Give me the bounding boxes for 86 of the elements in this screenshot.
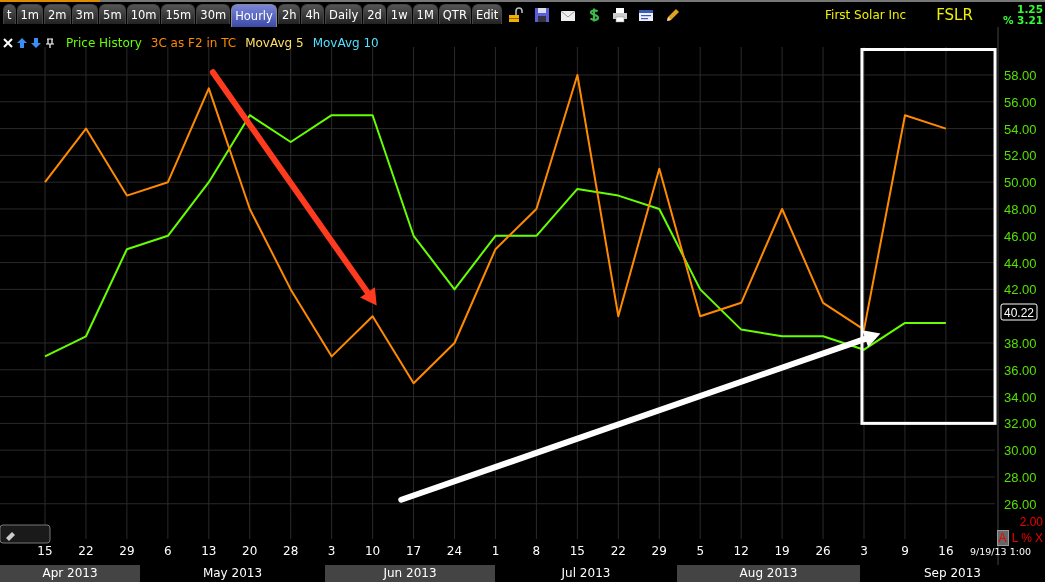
- y-axis-label: 48.00: [1004, 201, 1037, 217]
- month-label: Jun 2013: [325, 565, 495, 582]
- legend-item[interactable]: Price History: [66, 36, 142, 50]
- x-axis-label: 6: [164, 544, 172, 558]
- month-label: Jul 2013: [560, 565, 612, 582]
- y-axis-label: 32.00: [1004, 416, 1037, 432]
- y-axis-label: 34.00: [1004, 389, 1037, 405]
- interval-tab[interactable]: 15m: [161, 4, 196, 24]
- month-label: Apr 2013: [0, 565, 140, 582]
- y-axis-label: 42.00: [1004, 282, 1037, 298]
- y-axis-label: 44.00: [1004, 255, 1037, 271]
- interval-tab[interactable]: QTR: [438, 4, 471, 24]
- interval-tab[interactable]: 2m: [44, 4, 71, 24]
- x-axis-label: 24: [446, 544, 463, 558]
- interval-tab[interactable]: 10m: [126, 4, 161, 24]
- interval-tab[interactable]: t: [3, 4, 16, 24]
- legend-item[interactable]: MovAvg 5: [245, 36, 304, 50]
- printer-icon[interactable]: [612, 6, 629, 23]
- y-axis-label: 28.00: [1004, 469, 1037, 485]
- scale-button[interactable]: %: [1021, 530, 1032, 546]
- interval-tab[interactable]: 2h: [277, 4, 301, 24]
- interval-tab[interactable]: Hourly: [231, 4, 277, 27]
- y-axis-label: 58.00: [1004, 67, 1037, 83]
- y-axis-label: 36.00: [1004, 362, 1037, 378]
- x-axis-label: 9: [901, 544, 909, 558]
- company-name: First Solar Inc: [825, 7, 907, 22]
- x-axis-label: 12: [733, 544, 749, 558]
- x-axis-label: 10: [364, 544, 381, 558]
- scale-value: 2.00: [1019, 515, 1043, 529]
- y-axis-label: 46.00: [1004, 228, 1037, 244]
- ticker-symbol: FSLR: [936, 5, 973, 24]
- pin-icon[interactable]: [45, 38, 55, 48]
- legend-item[interactable]: MovAvg 10: [312, 36, 379, 50]
- price-change: 1.25: [1017, 3, 1043, 15]
- close-icon[interactable]: [3, 38, 13, 48]
- down-arrow-icon[interactable]: [31, 38, 41, 48]
- scale-button[interactable]: L: [1011, 530, 1019, 546]
- up-arrow-icon[interactable]: [17, 38, 27, 48]
- padlock-icon[interactable]: [508, 6, 525, 23]
- interval-tab[interactable]: 5m: [99, 4, 126, 24]
- brush-icon: [6, 532, 15, 541]
- interval-tab[interactable]: 30m: [196, 4, 231, 24]
- x-axis-label: 20: [242, 544, 258, 558]
- y-axis-label: 50.00: [1004, 175, 1037, 191]
- x-axis-label: 8: [532, 544, 541, 558]
- x-axis-label: 16: [938, 544, 954, 558]
- x-axis-label: 29: [119, 544, 135, 558]
- y-axis-label: 26.00: [1004, 496, 1037, 512]
- x-axis-label: 29: [651, 544, 667, 558]
- x-axis-label: 3: [860, 544, 868, 558]
- y-axis-label: 30.00: [1004, 443, 1037, 459]
- last-price-label: 40.22: [1000, 303, 1038, 321]
- interval-tab[interactable]: 1M: [412, 4, 438, 24]
- interval-tab[interactable]: Daily: [325, 4, 363, 24]
- x-axis-label: 22: [78, 544, 94, 558]
- interval-tab[interactable]: Edit: [471, 4, 503, 24]
- scroll-thumb[interactable]: [0, 524, 51, 544]
- x-axis-label: 22: [610, 544, 626, 558]
- pencil-icon[interactable]: [664, 6, 681, 23]
- timestamp: 9/19/13 1:00: [970, 546, 1031, 557]
- x-axis-label: 19: [774, 544, 790, 558]
- interval-tab[interactable]: 1w: [386, 4, 412, 24]
- interval-tab[interactable]: 4h: [301, 4, 325, 24]
- x-axis-label: 3: [327, 544, 336, 558]
- month-label: Sep 2013: [923, 565, 982, 582]
- save-icon[interactable]: [534, 6, 551, 23]
- y-axis-label: 56.00: [1004, 94, 1037, 110]
- x-axis-label: 15: [569, 544, 585, 558]
- x-axis-label: 5: [696, 544, 704, 558]
- legend-item[interactable]: 3C as F2 in TC: [150, 36, 237, 50]
- y-axis-label: 54.00: [1004, 121, 1037, 137]
- y-axis-label: 38.00: [1004, 335, 1037, 351]
- x-axis-label: 17: [405, 544, 422, 558]
- percent-change: % 3.21: [1002, 14, 1043, 26]
- month-label: May 2013: [201, 565, 264, 582]
- interval-tab[interactable]: 2d: [363, 4, 386, 24]
- interval-tab[interactable]: 1m: [16, 4, 44, 24]
- scale-button[interactable]: X: [1035, 530, 1043, 546]
- month-label: Aug 2013: [677, 565, 860, 582]
- interval-tab[interactable]: 3m: [71, 4, 99, 24]
- x-axis-label: 13: [201, 544, 217, 558]
- x-axis-label: 26: [815, 544, 831, 558]
- x-axis-label: 1: [491, 544, 500, 558]
- y-axis-label: 52.00: [1004, 148, 1037, 164]
- x-axis-label: 28: [283, 544, 299, 558]
- x-axis-label: 15: [37, 544, 53, 558]
